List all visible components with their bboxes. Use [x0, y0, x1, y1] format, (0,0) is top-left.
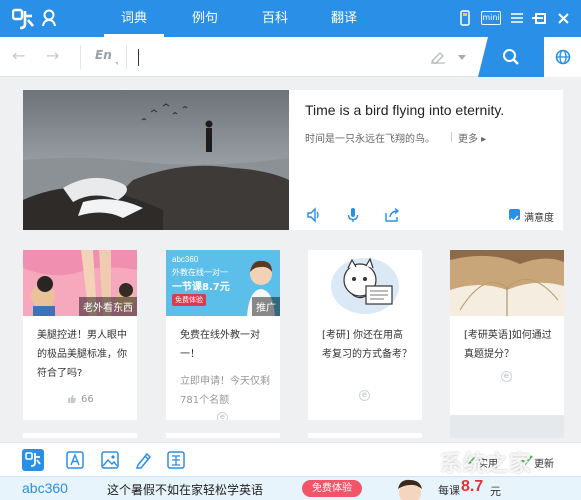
satisfaction-label: 满意度 [524, 213, 554, 224]
like-count: 66 [81, 394, 94, 405]
card-image [308, 250, 422, 316]
tab-examples[interactable]: 例句 [175, 0, 235, 37]
maximize-icon[interactable] [535, 13, 546, 24]
card-image: abc360 外教在线一对一 一节课8.7元 免费体验 推广 [166, 250, 280, 316]
card-title[interactable]: [考研] 你还在用高考复习的方式备考？ [322, 326, 412, 364]
user-icon[interactable] [41, 9, 57, 27]
menu-icon[interactable] [511, 12, 523, 24]
card-title[interactable]: 免费在线外教一对一！ [180, 326, 270, 364]
language-caret-icon [115, 62, 118, 65]
daily-sentence-card: Time is a bird flying into eternity. 时间是… [23, 90, 563, 230]
forward-arrow-icon[interactable]: → [46, 48, 62, 64]
microphone-icon[interactable] [345, 207, 361, 223]
main-content: Time is a bird flying into eternity. 时间是… [0, 78, 581, 438]
article-card[interactable]: 老外看东西 美腿控进！男人眼中的极品美腿标准，你符合了吗? 66 [23, 250, 137, 420]
language-selector[interactable]: En [95, 48, 112, 62]
text-translate-icon[interactable] [66, 451, 84, 469]
promo-button[interactable]: 免费体验 [172, 294, 206, 306]
ad-free-trial-button[interactable]: 免费体验 [302, 480, 362, 497]
ad-banner[interactable]: abc360 这个暑假不如在家轻松学英语 免费体验 每课 8.7 元 [0, 476, 581, 500]
ad-price-unit: 元 [490, 485, 501, 498]
article-card[interactable] [308, 433, 422, 438]
promo-card[interactable]: abc360 外教在线一对一 一节课8.7元 免费体验 推广 免费在线外教一对一… [166, 250, 280, 420]
card-description: 立即申请！今天仅剩781个名额 [180, 376, 270, 406]
card-title[interactable]: [考研英语]如何通过真题提分？ [464, 326, 554, 364]
word-book-icon[interactable] [135, 451, 153, 469]
ad-text: 这个暑假不如在家轻松学英语 [107, 483, 264, 497]
search-input[interactable] [134, 44, 404, 70]
promo-line1: 外教在线一对一 [172, 268, 228, 277]
article-card[interactable] [23, 433, 137, 438]
ad-price: 8.7 [461, 478, 484, 495]
card-tag: 推广 [252, 297, 280, 316]
article-card[interactable]: [考研] 你还在用高考复习的方式备考？ e [308, 250, 422, 420]
card-source-icon: e [217, 412, 228, 420]
ad-child-image [398, 479, 422, 500]
ad-price-label: 每课 [438, 484, 460, 497]
watermark: 系统之家 [440, 452, 533, 477]
promo-brand: abc360 [172, 255, 199, 264]
search-icon [503, 49, 519, 65]
article-card[interactable] [450, 415, 564, 438]
dict-home-icon[interactable] [22, 449, 44, 471]
speaker-icon[interactable] [306, 207, 322, 223]
daily-sentence-en[interactable]: Time is a bird flying into eternity. [305, 102, 504, 118]
tab-translate[interactable]: 翻译 [314, 0, 374, 37]
handwriting-caret-icon[interactable] [458, 55, 466, 60]
hero-image[interactable] [23, 90, 289, 230]
card-image: 老外看东西 [23, 250, 137, 316]
close-icon[interactable] [558, 13, 569, 24]
phone-icon[interactable] [460, 10, 470, 26]
update-label[interactable]: 更新 [534, 455, 554, 470]
like-icon[interactable] [67, 394, 77, 404]
card-title[interactable]: 美腿控进！男人眼中的极品美腿标准，你符合了吗? [37, 326, 127, 383]
satisfaction-checkbox[interactable] [509, 209, 520, 223]
mini-mode-button[interactable]: mini [481, 11, 501, 25]
card-tag: 老外看东西 [79, 297, 137, 316]
more-link[interactable]: 更多 ▸ [450, 130, 486, 145]
daily-sentence-zh: 时间是一只永远在飞翔的鸟。 [305, 134, 435, 145]
card-source-icon: e [359, 390, 370, 401]
handwriting-icon[interactable] [430, 50, 446, 64]
article-card[interactable]: [考研英语]如何通过真题提分？ e [450, 250, 564, 420]
card-image [450, 250, 564, 316]
app-logo-icon[interactable] [12, 8, 34, 30]
ad-brand-logo: abc360 [22, 480, 68, 496]
search-button[interactable] [478, 37, 544, 77]
title-bar: 词典 例句 百科 翻译 mini [0, 0, 581, 37]
back-arrow-icon[interactable]: ← [12, 48, 28, 64]
globe-icon [555, 49, 571, 65]
card-source-icon: e [501, 371, 512, 382]
promo-line2: 一节课8.7元 [172, 282, 230, 293]
article-card[interactable] [166, 433, 280, 438]
text-cursor [138, 49, 139, 66]
globe-button[interactable] [544, 37, 581, 77]
course-icon[interactable] [167, 451, 185, 469]
share-icon[interactable] [384, 207, 400, 223]
image-translate-icon[interactable] [101, 451, 119, 469]
tab-dictionary[interactable]: 词典 [104, 0, 164, 37]
tab-encyclopedia[interactable]: 百科 [245, 0, 305, 37]
